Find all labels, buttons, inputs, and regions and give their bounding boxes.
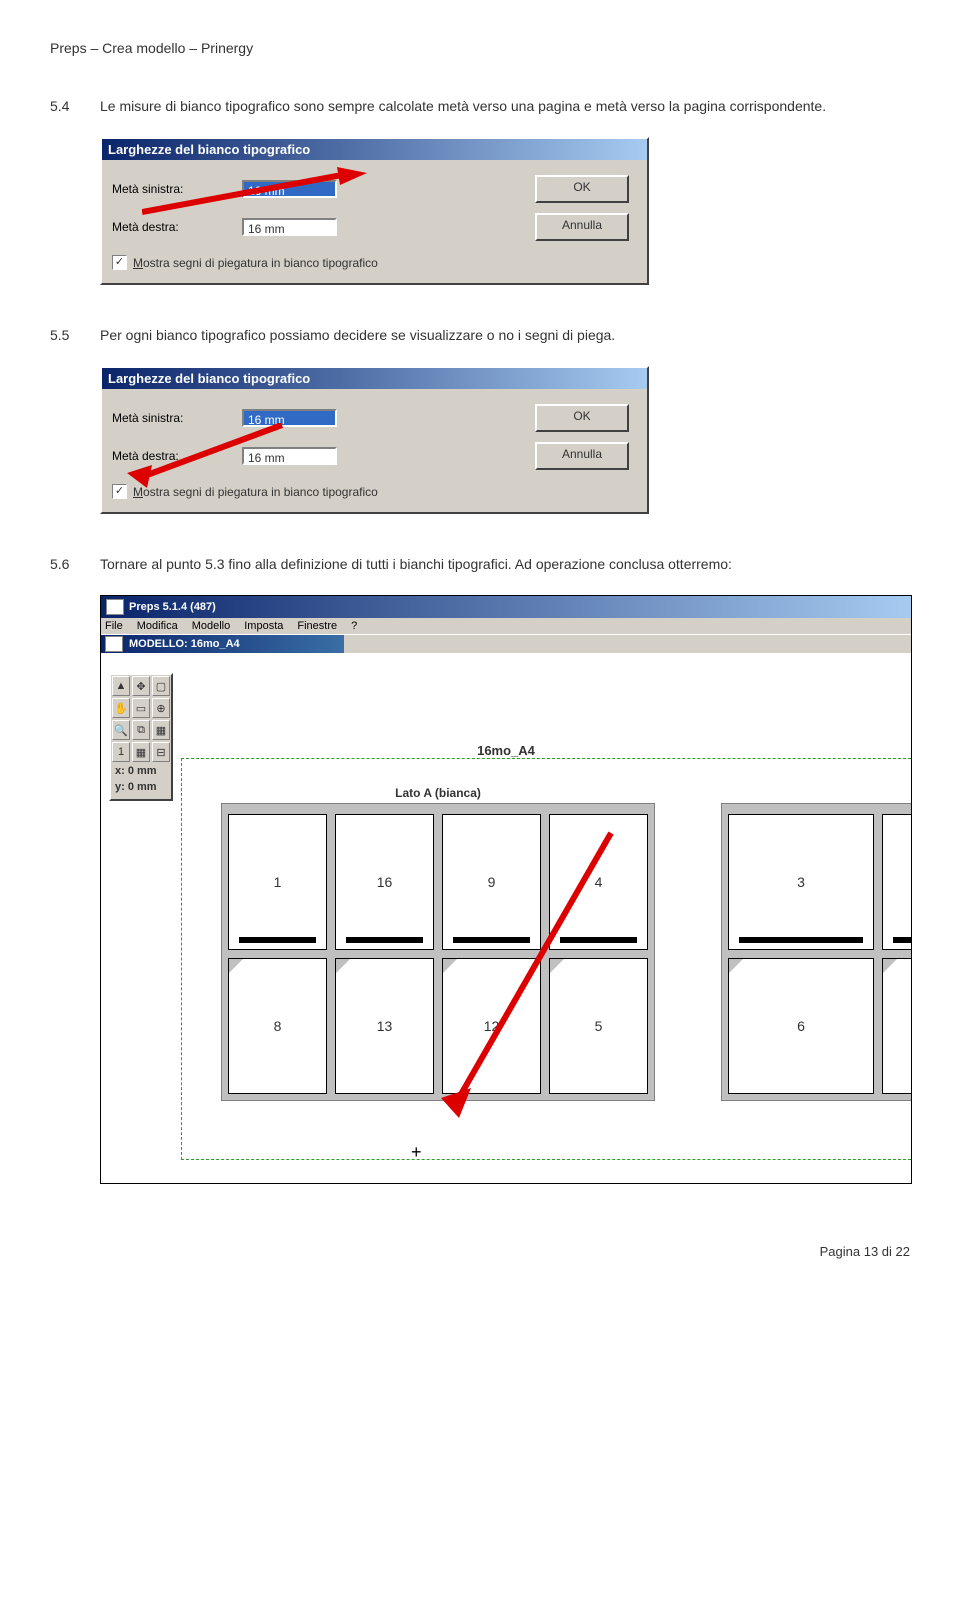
app-icon [106, 599, 124, 615]
cancel-button[interactable]: Annulla [535, 213, 629, 241]
doc-icon [105, 636, 123, 652]
menu-help[interactable]: ? [351, 620, 357, 632]
para-num: 5.4 [50, 96, 100, 117]
para-text: Per ogni bianco tipografico possiamo dec… [100, 325, 910, 346]
doc-header: Preps – Crea modello – Prinergy [50, 40, 910, 56]
align-tool-icon[interactable]: ⊟ [152, 742, 170, 762]
show-fold-marks-checkbox[interactable]: ✓ [112, 484, 127, 499]
preps-toolbox: ▲ ✥ ▢ ✋ ▭ ⊕ 🔍 ⧉ ▦ 1 ▦ ⊟ x: 0 mm y: 0 mm [109, 673, 173, 801]
menu-modifica[interactable]: Modifica [137, 620, 178, 632]
page-cell[interactable]: 12 [442, 958, 541, 1094]
page-cell[interactable]: 5 [549, 958, 648, 1094]
menu-file[interactable]: File [105, 620, 123, 632]
page-cell[interactable]: 8 [228, 958, 327, 1094]
para-num: 5.5 [50, 325, 100, 346]
ok-button[interactable]: OK [535, 175, 629, 203]
page-cell[interactable]: 4 [549, 814, 648, 950]
right-half-input[interactable]: 16 mm [242, 447, 337, 465]
right-half-label: Metà destra: [112, 449, 242, 463]
page-cell[interactable]: 10 [882, 814, 912, 950]
coord-y: y: 0 mm [111, 779, 171, 795]
checkbox-label: Mostra segni di piegatura in bianco tipo… [133, 485, 378, 499]
cancel-button[interactable]: Annulla [535, 442, 629, 470]
ok-button[interactable]: OK [535, 404, 629, 432]
zoom-tool-icon[interactable]: 🔍 [112, 720, 130, 740]
spread-label: 16mo_A4 [477, 743, 535, 758]
coord-x: x: 0 mm [111, 763, 171, 779]
gutter-dialog-2: Larghezze del bianco tipografico Metà si… [100, 366, 649, 514]
left-half-input[interactable]: 16 mm [242, 180, 337, 198]
preps-title-text: Preps 5.1.4 (487) [129, 601, 216, 613]
page-tool-icon[interactable]: ▢ [152, 676, 170, 696]
preps-menubar[interactable]: File Modifica Modello Imposta Finestre ? [101, 618, 911, 634]
paragraph-55: 5.5 Per ogni bianco tipografico possiamo… [50, 325, 910, 346]
right-half-label: Metà destra: [112, 220, 242, 234]
preps-doc-title: MODELLO: 16mo_A4 [129, 638, 240, 650]
left-half-label: Metà sinistra: [112, 411, 242, 425]
gutter-dialog-1: Larghezze del bianco tipografico Metà si… [100, 137, 649, 285]
center-mark-icon: + [411, 1142, 422, 1163]
page-cell[interactable]: 1 [228, 814, 327, 950]
grid-tool-icon[interactable]: ▦ [152, 720, 170, 740]
dialog-title: Larghezze del bianco tipografico [102, 139, 647, 160]
menu-finestre[interactable]: Finestre [297, 620, 337, 632]
num-tool-icon[interactable]: 1 [112, 742, 130, 762]
left-half-label: Metà sinistra: [112, 182, 242, 196]
pointer-tool-icon[interactable]: ▲ [112, 676, 130, 696]
page-cell[interactable]: 16 [335, 814, 434, 950]
preps-titlebar: Preps 5.1.4 (487) [101, 596, 911, 618]
right-half-input[interactable]: 16 mm [242, 218, 337, 236]
page-cell[interactable]: 13 [335, 958, 434, 1094]
show-fold-marks-checkbox[interactable]: ✓ [112, 255, 127, 270]
preps-document-bar: MODELLO: 16mo_A4 [101, 634, 911, 653]
move-tool-icon[interactable]: ✥ [132, 676, 150, 696]
dup-tool-icon[interactable]: ⧉ [132, 720, 150, 740]
paragraph-54: 5.4 Le misure di bianco tipografico sono… [50, 96, 910, 117]
para-text: Le misure di bianco tipografico sono sem… [100, 96, 910, 117]
page-footer: Pagina 13 di 22 [50, 1244, 910, 1259]
preps-app-window: Preps 5.1.4 (487) File Modifica Modello … [100, 595, 912, 1184]
menu-imposta[interactable]: Imposta [244, 620, 283, 632]
page-cell[interactable]: 3 [728, 814, 874, 950]
checkbox-label: Mostra segni di piegatura in bianco tipo… [133, 256, 378, 270]
preps-canvas[interactable]: 16mo_A4 Lato A (bianca) 1 16 9 4 8 13 12… [101, 653, 911, 1183]
para-num: 5.6 [50, 554, 100, 575]
paragraph-56: 5.6 Tornare al punto 5.3 fino alla defin… [50, 554, 910, 575]
page-cell[interactable]: 11 [882, 958, 912, 1094]
hand-tool-icon[interactable]: ✋ [112, 698, 130, 718]
target-tool-icon[interactable]: ⊕ [152, 698, 170, 718]
signature-b[interactable]: Lat 3 10 6 11 [721, 803, 912, 1101]
signature-a[interactable]: Lato A (bianca) 1 16 9 4 8 13 12 5 [221, 803, 655, 1101]
left-half-input[interactable]: 16 mm [242, 409, 337, 427]
menu-modello[interactable]: Modello [192, 620, 231, 632]
signature-a-title: Lato A (bianca) [395, 786, 481, 800]
layout-tool-icon[interactable]: ▭ [132, 698, 150, 718]
grid2-tool-icon[interactable]: ▦ [132, 742, 150, 762]
dialog-title: Larghezze del bianco tipografico [102, 368, 647, 389]
page-cell[interactable]: 9 [442, 814, 541, 950]
page-cell[interactable]: 6 [728, 958, 874, 1094]
para-text: Tornare al punto 5.3 fino alla definizio… [100, 554, 910, 575]
